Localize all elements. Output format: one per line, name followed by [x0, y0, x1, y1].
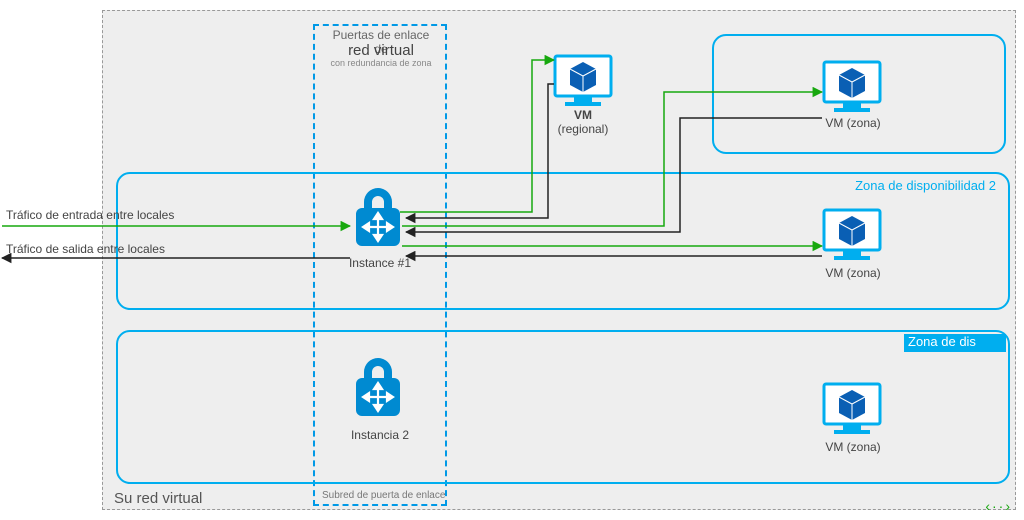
traffic-in-label: Tráfico de entrada entre locales — [6, 208, 174, 222]
vm-zone2-label: VM (zona) — [820, 266, 886, 280]
availability-zone-1 — [712, 34, 1006, 154]
vm-zone1-label: VM (zona) — [820, 116, 886, 130]
instance-1-label: Instance #1 — [340, 256, 420, 270]
gateway-header-2: red virtual — [326, 42, 436, 59]
vm-regional-sub: (regional) — [550, 122, 616, 136]
instance-2-label: Instancia 2 — [340, 428, 420, 442]
traffic-out-label: Tráfico de salida entre locales — [6, 242, 165, 256]
zone-3-title: Zona de dis — [904, 334, 1006, 352]
vnet-label: Su red virtual — [114, 490, 202, 507]
gateway-subnet-label: Subred de puerta de enlace — [322, 490, 445, 501]
availability-zone-2: Zona de disponibilidad 2 — [116, 172, 1010, 310]
gateway-header-3: con redundancia de zona — [326, 58, 436, 68]
vm-zone3-label: VM (zona) — [820, 440, 886, 454]
diagram-canvas: Zona de disponibilidad 2 Zona de dis — [0, 0, 1024, 520]
zone-2-title: Zona de disponibilidad 2 — [855, 178, 996, 193]
watermark-icon: ‹··› — [985, 498, 1012, 514]
vm-regional-label: VM — [560, 108, 606, 122]
availability-zone-3: Zona de dis — [116, 330, 1010, 484]
